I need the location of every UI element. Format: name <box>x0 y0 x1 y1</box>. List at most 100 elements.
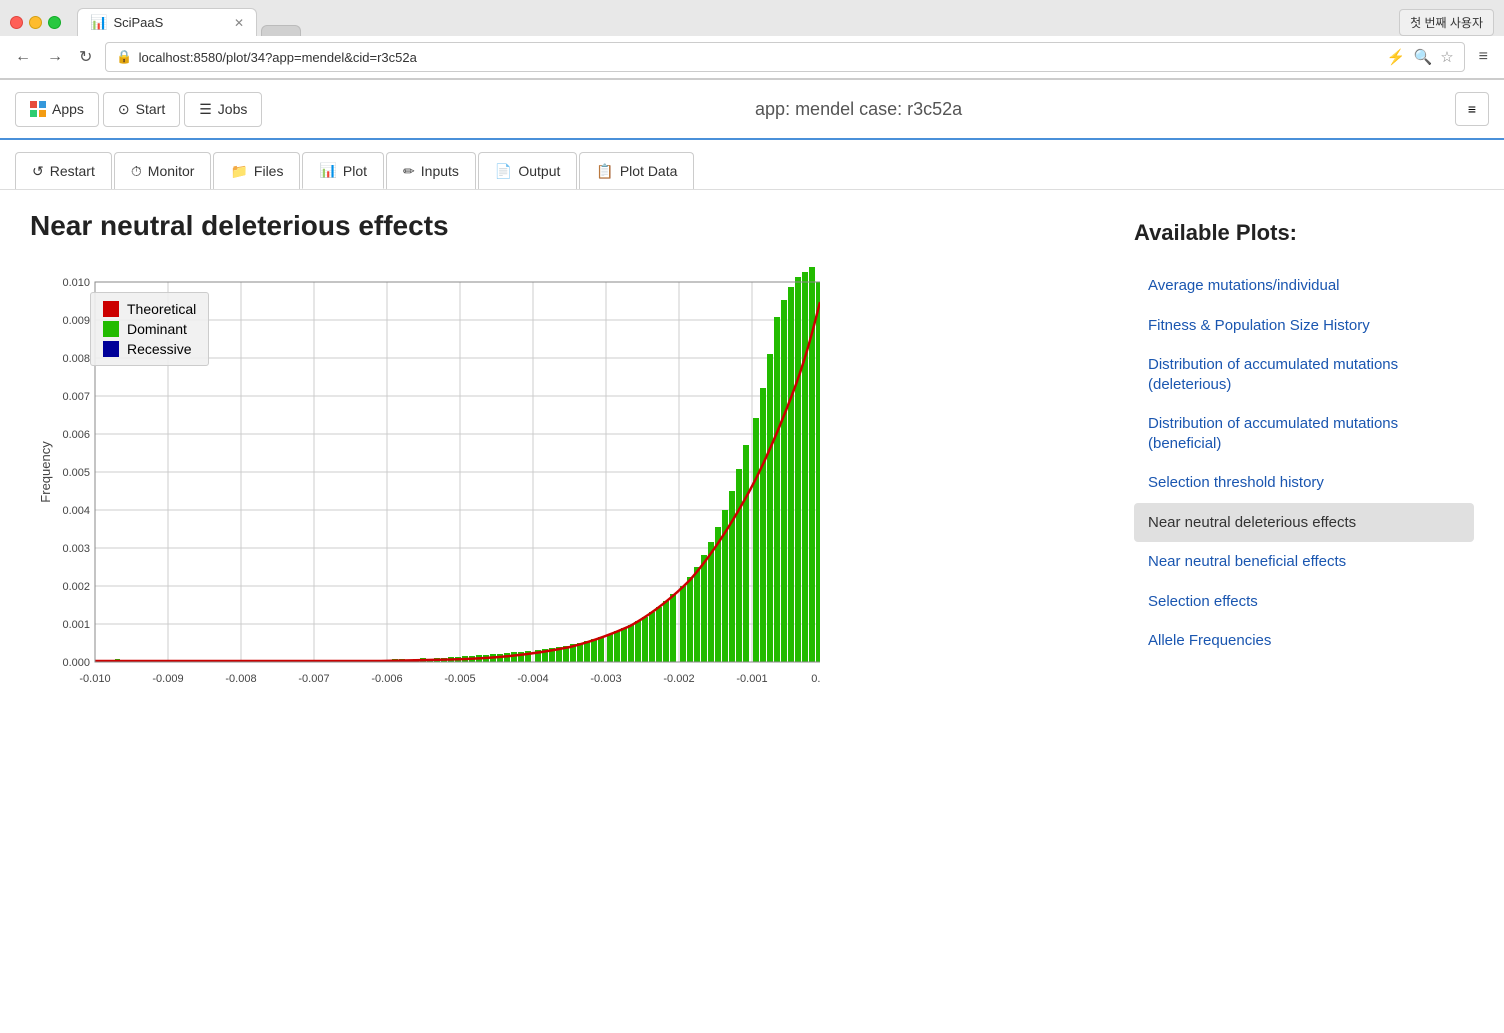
sidebar-link-2[interactable]: Distribution of accumulated mutations (d… <box>1134 345 1474 404</box>
sidebar-link-6[interactable]: Near neutral beneficial effects <box>1134 542 1474 582</box>
search-icon[interactable]: 🔍 <box>1414 48 1433 66</box>
chart-title: Near neutral deleterious effects <box>30 210 1094 242</box>
jobs-icon: ☰ <box>199 101 212 118</box>
svg-text:0.008: 0.008 <box>62 353 90 365</box>
tab-files[interactable]: 📁 Files <box>213 152 300 189</box>
sidebar: Available Plots: Average mutations/indiv… <box>1134 210 1474 722</box>
sidebar-link-8[interactable]: Allele Frequencies <box>1134 621 1474 661</box>
svg-text:-0.010: -0.010 <box>79 673 110 685</box>
start-button[interactable]: ⊙ Start <box>103 92 180 127</box>
monitor-icon: ⏱ <box>131 163 142 180</box>
hamburger-button[interactable]: ≡ <box>1455 92 1489 126</box>
browser-tab[interactable]: 📊 SciPaaS ✕ <box>77 8 257 36</box>
svg-text:0.007: 0.007 <box>62 391 90 403</box>
tab-restart[interactable]: ↺ Restart <box>15 152 112 189</box>
apps-button[interactable]: Apps <box>15 92 99 127</box>
kr-user-button[interactable]: 첫 번째 사용자 <box>1399 9 1494 36</box>
svg-text:-0.004: -0.004 <box>517 673 548 685</box>
svg-text:-0.008: -0.008 <box>225 673 256 685</box>
app-info: app: mendel case: r3c52a <box>262 99 1454 120</box>
svg-text:-0.006: -0.006 <box>371 673 402 685</box>
plot-icon: 📊 <box>319 162 336 179</box>
svg-text:0.000: 0.000 <box>62 657 90 669</box>
chart-legend: Theoretical Dominant Recessive <box>90 292 209 366</box>
dominant-legend-label: Dominant <box>127 321 187 337</box>
omnibar[interactable]: 🔒 localhost:8580/plot/34?app=mendel&cid=… <box>105 42 1464 72</box>
svg-text:0.000: 0.000 <box>811 673 820 685</box>
svg-text:-0.007: -0.007 <box>298 673 329 685</box>
inputs-icon: ✏ <box>403 163 415 180</box>
tab-inputs[interactable]: ✏ Inputs <box>386 152 476 189</box>
svg-text:0.001: 0.001 <box>62 619 90 631</box>
theoretical-legend-label: Theoretical <box>127 301 196 317</box>
svg-text:0.005: 0.005 <box>62 467 90 479</box>
traffic-lights <box>10 16 61 29</box>
dominant-legend-swatch <box>103 321 119 337</box>
sidebar-link-1[interactable]: Fitness & Population Size History <box>1134 306 1474 346</box>
svg-text:0.003: 0.003 <box>62 543 90 555</box>
tab-plot-data-label: Plot Data <box>620 163 678 179</box>
sidebar-title: Available Plots: <box>1134 220 1474 246</box>
main-content: Near neutral deleterious effects Theoret… <box>0 190 1504 742</box>
app-toolbar: Apps ⊙ Start ☰ Jobs app: mendel case: r3… <box>0 80 1504 140</box>
sidebar-link-5[interactable]: Near neutral deleterious effects <box>1134 503 1474 543</box>
tab-monitor-label: Monitor <box>148 163 195 179</box>
sidebar-link-7[interactable]: Selection effects <box>1134 582 1474 622</box>
reload-button[interactable]: ↻ <box>74 45 97 69</box>
theoretical-legend-swatch <box>103 301 119 317</box>
app-info-text: app: mendel case: r3c52a <box>755 99 962 119</box>
lightning-icon: ⚡ <box>1387 48 1406 66</box>
recessive-legend-swatch <box>103 341 119 357</box>
sidebar-link-4[interactable]: Selection threshold history <box>1134 463 1474 503</box>
tab-plot-data[interactable]: 📋 Plot Data <box>579 152 694 189</box>
jobs-label: Jobs <box>218 101 248 117</box>
tab-plot-label: Plot <box>343 163 367 179</box>
tab-monitor[interactable]: ⏱ Monitor <box>114 152 212 189</box>
files-icon: 📁 <box>230 163 247 180</box>
svg-text:0.002: 0.002 <box>62 581 90 593</box>
svg-text:-0.001: -0.001 <box>736 673 767 685</box>
hamburger-icon: ≡ <box>1468 101 1476 117</box>
chart-area: Near neutral deleterious effects Theoret… <box>30 210 1094 722</box>
svg-text:0.004: 0.004 <box>62 505 90 517</box>
chart-container: Theoretical Dominant Recessive Frequency <box>30 262 820 722</box>
output-icon: 📄 <box>495 163 512 180</box>
svg-text:-0.005: -0.005 <box>444 673 475 685</box>
tab-close-button[interactable]: ✕ <box>234 16 244 30</box>
close-button[interactable] <box>10 16 23 29</box>
sidebar-link-3[interactable]: Distribution of accumulated mutations (b… <box>1134 404 1474 463</box>
back-button[interactable]: ← <box>10 46 36 68</box>
url-bar[interactable]: localhost:8580/plot/34?app=mendel&cid=r3… <box>139 50 1381 65</box>
jobs-button[interactable]: ☰ Jobs <box>184 92 262 127</box>
bookmark-icon[interactable]: ☆ <box>1440 48 1453 66</box>
restart-icon: ↺ <box>32 163 44 180</box>
y-axis-label: Frequency <box>38 441 53 503</box>
svg-text:-0.002: -0.002 <box>663 673 694 685</box>
tab-plot[interactable]: 📊 Plot <box>302 152 384 189</box>
tab-strip: ↺ Restart ⏱ Monitor 📁 Files 📊 Plot ✏ Inp… <box>0 140 1504 190</box>
apps-label: Apps <box>52 101 84 117</box>
recessive-legend-label: Recessive <box>127 341 192 357</box>
forward-button[interactable]: → <box>42 46 68 68</box>
svg-text:0.006: 0.006 <box>62 429 90 441</box>
sidebar-link-0[interactable]: Average mutations/individual <box>1134 266 1474 306</box>
minimize-button[interactable] <box>29 16 42 29</box>
svg-text:-0.003: -0.003 <box>590 673 621 685</box>
tab-output-label: Output <box>518 163 560 179</box>
new-tab-button[interactable] <box>261 25 301 36</box>
tab-favicon-icon: 📊 <box>90 14 107 31</box>
tab-inputs-label: Inputs <box>421 163 459 179</box>
tab-output[interactable]: 📄 Output <box>478 152 577 189</box>
maximize-button[interactable] <box>48 16 61 29</box>
plot-data-icon: 📋 <box>596 163 613 180</box>
svg-text:0.010: 0.010 <box>62 277 90 289</box>
tab-files-label: Files <box>254 163 284 179</box>
svg-text:-0.009: -0.009 <box>152 673 183 685</box>
tab-restart-label: Restart <box>50 163 95 179</box>
browser-menu-button[interactable]: ≡ <box>1473 46 1494 68</box>
start-label: Start <box>136 101 166 117</box>
tab-title: SciPaaS <box>113 15 163 30</box>
start-icon: ⊙ <box>118 101 130 118</box>
svg-text:0.009: 0.009 <box>62 315 90 327</box>
apps-icon <box>30 101 46 117</box>
